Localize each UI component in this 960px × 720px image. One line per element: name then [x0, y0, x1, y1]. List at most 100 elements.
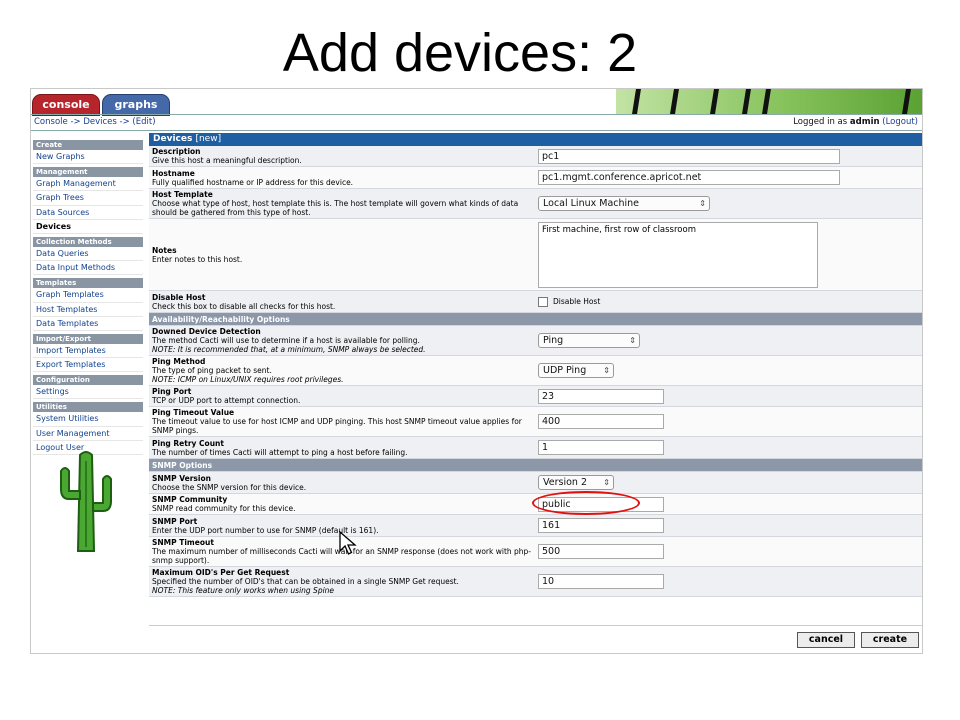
snmp-community-help: SNMP read community for this device. [152, 504, 296, 513]
hostname-help: Fully qualified hostname or IP address f… [152, 177, 354, 187]
section-snmp-title: SNMP Options [149, 458, 922, 472]
sidebar-item-export-templates[interactable]: Export Templates [33, 358, 143, 373]
cacti-window: console graphs Console -> Devices -> (Ed… [30, 88, 923, 654]
section-snmp: SNMP Options [149, 458, 922, 472]
form-row-ping-timeout: Ping Timeout Value The timeout value to u… [149, 406, 922, 437]
form-row-ping-retry: Ping Retry Count The number of times Cact… [149, 436, 922, 459]
cancel-button[interactable]: cancel [797, 632, 855, 648]
breadcrumb[interactable]: Console -> Devices -> (Edit) [34, 117, 156, 127]
login-user: admin [849, 117, 880, 127]
sidebar-item-new-graphs[interactable]: New Graphs [33, 150, 143, 165]
form-row-downed-detection: Downed Device Detection The method Cacti … [149, 325, 922, 356]
ping-method-note: NOTE: ICMP on Linux/UNIX requires root p… [152, 375, 344, 384]
sidebar-item-settings[interactable]: Settings [33, 385, 143, 400]
snmp-community-label: SNMP Community [152, 495, 228, 504]
form-row-ping-port: Ping Port TCP or UDP port to attempt conn… [149, 385, 922, 407]
ping-timeout-label: Ping Timeout Value [152, 408, 235, 417]
disable-host-help: Check this box to disable all checks for… [152, 301, 336, 311]
host-template-value: Local Linux Machine [543, 198, 640, 209]
form-row-description: Description Give this host a meaningful d… [149, 146, 922, 167]
sidebar-item-graph-templates[interactable]: Graph Templates [33, 288, 143, 303]
snmp-version-label: SNMP Version [152, 473, 211, 483]
notes-label: Notes [152, 245, 177, 255]
section-availability-title: Availability/Reachability Options [149, 312, 922, 326]
form-row-hostname: Hostname Fully qualified hostname or IP a… [149, 166, 922, 189]
sidebar-heading-collection-methods: Collection Methods [33, 236, 143, 247]
downed-detection-help: The method Cacti will use to determine i… [152, 336, 420, 345]
sidebar-item-data-templates[interactable]: Data Templates [33, 317, 143, 331]
downed-detection-select[interactable]: Ping ⇕ [538, 333, 640, 348]
sidebar-item-import-templates[interactable]: Import Templates [33, 344, 143, 359]
snmp-version-value: Version 2 [543, 477, 587, 488]
host-template-select[interactable]: Local Linux Machine ⇕ [538, 196, 710, 211]
form-subtitle: [new] [195, 134, 222, 144]
mouse-pointer-icon [339, 531, 357, 555]
snmp-version-select[interactable]: Version 2 ⇕ [538, 475, 614, 490]
ping-retry-label: Ping Retry Count [152, 438, 224, 448]
select-arrows-icon: ⇕ [603, 478, 610, 487]
sidebar-item-graph-management[interactable]: Graph Management [33, 177, 143, 192]
logout-link[interactable]: (Logout) [882, 117, 918, 127]
snmp-port-input[interactable]: 161 [538, 518, 664, 533]
ping-method-value: UDP Ping [543, 365, 587, 376]
sidebar-item-system-utilities[interactable]: System Utilities [33, 412, 143, 427]
cacti-banner-graphic [616, 89, 922, 114]
snmp-port-label: SNMP Port [152, 516, 198, 526]
create-button[interactable]: create [861, 632, 919, 648]
form-row-notes: Notes Enter notes to this host. First mac… [149, 218, 922, 291]
sidebar-item-data-input-methods[interactable]: Data Input Methods [33, 261, 143, 276]
device-form: Description Give this host a meaningful d… [149, 146, 922, 597]
ping-port-input[interactable]: 23 [538, 388, 664, 404]
disable-host-label: Disable Host [152, 292, 206, 302]
ping-retry-input[interactable]: 1 [538, 440, 664, 455]
slide-title: Add devices: 2 [282, 23, 638, 83]
sidebar-heading-create: Create [33, 140, 143, 150]
sidebar-heading-import-export: Import/Export [33, 333, 143, 344]
hostname-label: Hostname [152, 168, 195, 178]
form-row-host-template: Host Template Choose what type of host, h… [149, 188, 922, 219]
ping-method-label: Ping Method [152, 357, 206, 366]
login-prefix: Logged in as [793, 117, 850, 127]
highlight-circle [532, 491, 640, 515]
cactus-logo-icon [60, 451, 112, 552]
ping-method-select[interactable]: UDP Ping ⇕ [538, 363, 614, 378]
host-template-label: Host Template [152, 190, 213, 199]
ping-timeout-input[interactable]: 400 [538, 414, 664, 429]
sidebar-item-graph-trees[interactable]: Graph Trees [33, 191, 143, 206]
section-availability: Availability/Reachability Options [149, 312, 922, 326]
max-oids-help: Specified the number of OID's that can b… [152, 577, 459, 586]
description-label: Description [152, 147, 201, 156]
notes-textarea[interactable]: First machine, first row of classroom [538, 221, 818, 288]
breadcrumb-bar: Console -> Devices -> (Edit) Logged in a… [31, 114, 922, 131]
hostname-input[interactable]: pc1.mgmt.conference.apricot.net [538, 170, 840, 185]
select-arrows-icon: ⇕ [699, 199, 706, 208]
sidebar-item-host-templates[interactable]: Host Templates [33, 303, 143, 317]
ping-port-help: TCP or UDP port to attempt connection. [152, 396, 301, 405]
form-title: Devices [153, 134, 193, 144]
max-oids-note: NOTE: This feature only works when using… [152, 586, 335, 595]
description-input[interactable]: pc1 [538, 148, 840, 164]
max-oids-label: Maximum OID's Per Get Request [152, 568, 290, 577]
description-help: Give this host a meaningful description. [152, 156, 302, 165]
form-row-snmp-port: SNMP Port Enter the UDP port number to us… [149, 514, 922, 537]
sidebar-heading-templates: Templates [33, 278, 143, 289]
sidebar-item-data-queries[interactable]: Data Queries [33, 247, 143, 262]
disable-host-checkbox-label: Disable Host [553, 296, 601, 306]
disable-host-checkbox[interactable] [538, 296, 548, 307]
downed-detection-label: Downed Device Detection [152, 327, 261, 336]
sidebar-heading-utilities: Utilities [33, 402, 143, 413]
tab-graphs[interactable]: graphs [102, 94, 170, 116]
downed-detection-note: NOTE: It is recommended that, at a minim… [152, 345, 426, 354]
snmp-timeout-input[interactable]: 500 [538, 544, 664, 559]
select-arrows-icon: ⇕ [603, 366, 610, 375]
ping-port-label: Ping Port [152, 387, 192, 396]
ping-timeout-help: The timeout value to use for host ICMP a… [152, 417, 522, 435]
sidebar-heading-configuration: Configuration [33, 375, 143, 386]
snmp-version-help: Choose the SNMP version for this device. [152, 482, 307, 492]
sidebar-item-user-management[interactable]: User Management [33, 427, 143, 441]
max-oids-input[interactable]: 10 [538, 574, 664, 589]
sidebar-item-data-sources[interactable]: Data Sources [33, 206, 143, 220]
form-row-disable-host: Disable Host Check this box to disable al… [149, 290, 922, 313]
tab-console[interactable]: console [32, 94, 100, 116]
sidebar-item-devices[interactable]: Devices [33, 220, 143, 234]
